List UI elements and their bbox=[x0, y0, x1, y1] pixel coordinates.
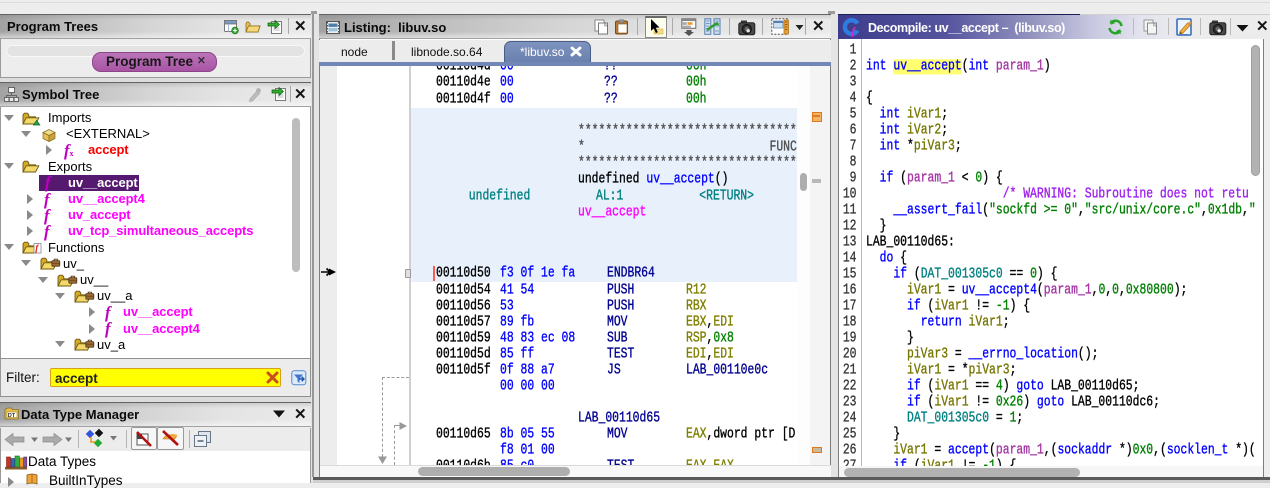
svg-text:DT: DT bbox=[8, 413, 16, 419]
